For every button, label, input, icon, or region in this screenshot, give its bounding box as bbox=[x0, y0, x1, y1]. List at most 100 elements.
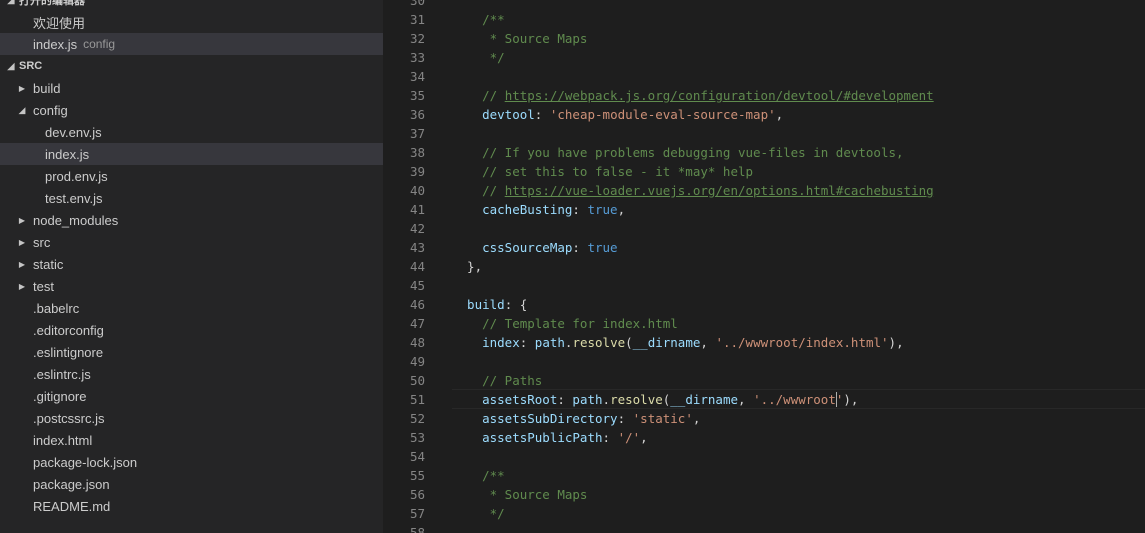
tree-folder[interactable]: ▶ node_modules bbox=[0, 209, 383, 231]
code-token: ), bbox=[843, 392, 859, 407]
folder-section-header[interactable]: ◢ SRC bbox=[0, 55, 383, 77]
tree-file[interactable]: .editorconfig bbox=[0, 319, 383, 341]
line-number: 39 bbox=[409, 164, 425, 179]
code-token: : bbox=[534, 107, 550, 122]
line-number: 45 bbox=[409, 278, 425, 293]
code-line: /** bbox=[452, 466, 505, 485]
explorer-sidebar: ◢ 打开的编辑器 欢迎使用 index.js config ◢ SRC ▶ bui… bbox=[0, 0, 383, 533]
code-token: : bbox=[519, 335, 535, 350]
open-editor-item[interactable]: index.js config bbox=[0, 33, 383, 55]
tree-file[interactable]: README.md bbox=[0, 495, 383, 517]
tree-item-label: .eslintignore bbox=[33, 344, 104, 360]
tree-file[interactable]: .postcssrc.js bbox=[0, 407, 383, 429]
line-number: 42 bbox=[409, 221, 425, 236]
code-line: build: { bbox=[452, 295, 527, 314]
code-token: : bbox=[617, 411, 633, 426]
line-number: 58 bbox=[409, 525, 425, 533]
code-token: /** bbox=[452, 12, 505, 27]
tree-item-label: node_modules bbox=[33, 212, 119, 228]
tree-folder[interactable]: ▶ static bbox=[0, 253, 383, 275]
code-token: : bbox=[557, 392, 573, 407]
tree-item-label: index.js bbox=[45, 146, 90, 162]
open-editor-item[interactable]: 欢迎使用 bbox=[0, 11, 383, 33]
line-number: 38 bbox=[409, 145, 425, 160]
tree-item-label: test bbox=[33, 278, 54, 294]
tree-item-label: test.env.js bbox=[45, 190, 103, 206]
tree-file[interactable]: prod.env.js bbox=[0, 165, 383, 187]
code-token: devtool bbox=[452, 107, 535, 122]
tree-file[interactable]: package-lock.json bbox=[0, 451, 383, 473]
chevron-right-icon: ▶ bbox=[18, 237, 26, 247]
tree-item-label: prod.env.js bbox=[45, 168, 108, 184]
tree-file[interactable]: index.js bbox=[0, 143, 383, 165]
chevron-right-icon: ▶ bbox=[18, 83, 26, 93]
tree-folder[interactable]: ▶ build bbox=[0, 77, 383, 99]
code-line: // https://webpack.js.org/configuration/… bbox=[452, 86, 934, 105]
chevron-down-icon: ◢ bbox=[18, 104, 26, 115]
line-number: 36 bbox=[409, 107, 425, 122]
code-token: // Paths bbox=[452, 373, 543, 388]
tree-file[interactable]: test.env.js bbox=[0, 187, 383, 209]
line-number: 57 bbox=[409, 506, 425, 521]
tree-item-label: build bbox=[33, 80, 61, 96]
tree-folder[interactable]: ▶ src bbox=[0, 231, 383, 253]
code-token: * Source Maps bbox=[452, 31, 588, 46]
tree-item-label: .postcssrc.js bbox=[33, 410, 105, 426]
tree-item-label: dev.env.js bbox=[45, 124, 102, 140]
tree-item-label: src bbox=[33, 234, 51, 250]
tree-folder[interactable]: ◢ config bbox=[0, 99, 383, 121]
tree-file[interactable]: package.json bbox=[0, 473, 383, 495]
code-token: , bbox=[700, 335, 716, 350]
line-number: 49 bbox=[409, 354, 425, 369]
code-token: 'static' bbox=[632, 411, 693, 426]
open-editor-label: index.js bbox=[33, 36, 78, 52]
tree-item-label: index.html bbox=[33, 432, 93, 448]
code-token: */ bbox=[452, 50, 505, 65]
code-editor[interactable]: 30 31 32 33 34 35 36 37 38 39 40 41 42 43 44 45 46 47 48 49… bbox=[383, 0, 1145, 533]
code-token: '/' bbox=[617, 430, 641, 445]
code-token: __dirname bbox=[670, 392, 739, 407]
code-link[interactable]: https://webpack.js.org/configuration/dev… bbox=[505, 88, 934, 103]
code-token: * Source Maps bbox=[452, 487, 588, 502]
line-number: 44 bbox=[409, 259, 425, 274]
code-line: */ bbox=[452, 504, 505, 523]
open-editors-title: 打开的编辑器 bbox=[19, 0, 85, 7]
code-line: assetsRoot: path.resolve(__dirname, '../… bbox=[452, 390, 858, 409]
code-line: * Source Maps bbox=[452, 29, 588, 48]
code-token: 'cheap-module-eval-source-map' bbox=[549, 107, 776, 122]
tree-item-label: README.md bbox=[33, 498, 111, 514]
open-editors-header[interactable]: ◢ 打开的编辑器 bbox=[0, 0, 383, 11]
code-token: resolve bbox=[572, 335, 626, 350]
tree-file[interactable]: dev.env.js bbox=[0, 121, 383, 143]
line-number: 53 bbox=[409, 430, 425, 445]
line-number: 30 bbox=[409, 0, 425, 8]
line-number: 55 bbox=[409, 468, 425, 483]
code-token: // If you have problems debugging vue-fi… bbox=[452, 145, 904, 160]
code-line: // set this to false - it *may* help bbox=[452, 162, 753, 181]
tree-item-label: config bbox=[33, 102, 68, 118]
code-token: , bbox=[692, 411, 701, 426]
tree-file[interactable]: .gitignore bbox=[0, 385, 383, 407]
code-line: cssSourceMap: true bbox=[452, 238, 618, 257]
chevron-right-icon: ▶ bbox=[18, 215, 26, 225]
code-line: * Source Maps bbox=[452, 485, 588, 504]
line-number: 52 bbox=[409, 411, 425, 426]
tree-file[interactable]: .eslintrc.js bbox=[0, 363, 383, 385]
code-token: : bbox=[602, 430, 618, 445]
tree-file[interactable]: .eslintignore bbox=[0, 341, 383, 363]
tree-item-label: .eslintrc.js bbox=[33, 366, 91, 382]
code-link[interactable]: https://vue-loader.vuejs.org/en/options.… bbox=[505, 183, 934, 198]
line-number: 56 bbox=[409, 487, 425, 502]
code-token: build bbox=[452, 297, 505, 312]
code-line: }, bbox=[452, 257, 482, 276]
code-token: path bbox=[534, 335, 565, 350]
code-line: // If you have problems debugging vue-fi… bbox=[452, 143, 904, 162]
folder-section-title: SRC bbox=[19, 60, 43, 72]
code-token: '../wwwroot bbox=[753, 392, 836, 407]
code-token: true bbox=[587, 240, 618, 255]
code-token: }, bbox=[452, 259, 483, 274]
tree-file[interactable]: .babelrc bbox=[0, 297, 383, 319]
code-token: : bbox=[572, 240, 588, 255]
tree-file[interactable]: index.html bbox=[0, 429, 383, 451]
tree-folder[interactable]: ▶ test bbox=[0, 275, 383, 297]
